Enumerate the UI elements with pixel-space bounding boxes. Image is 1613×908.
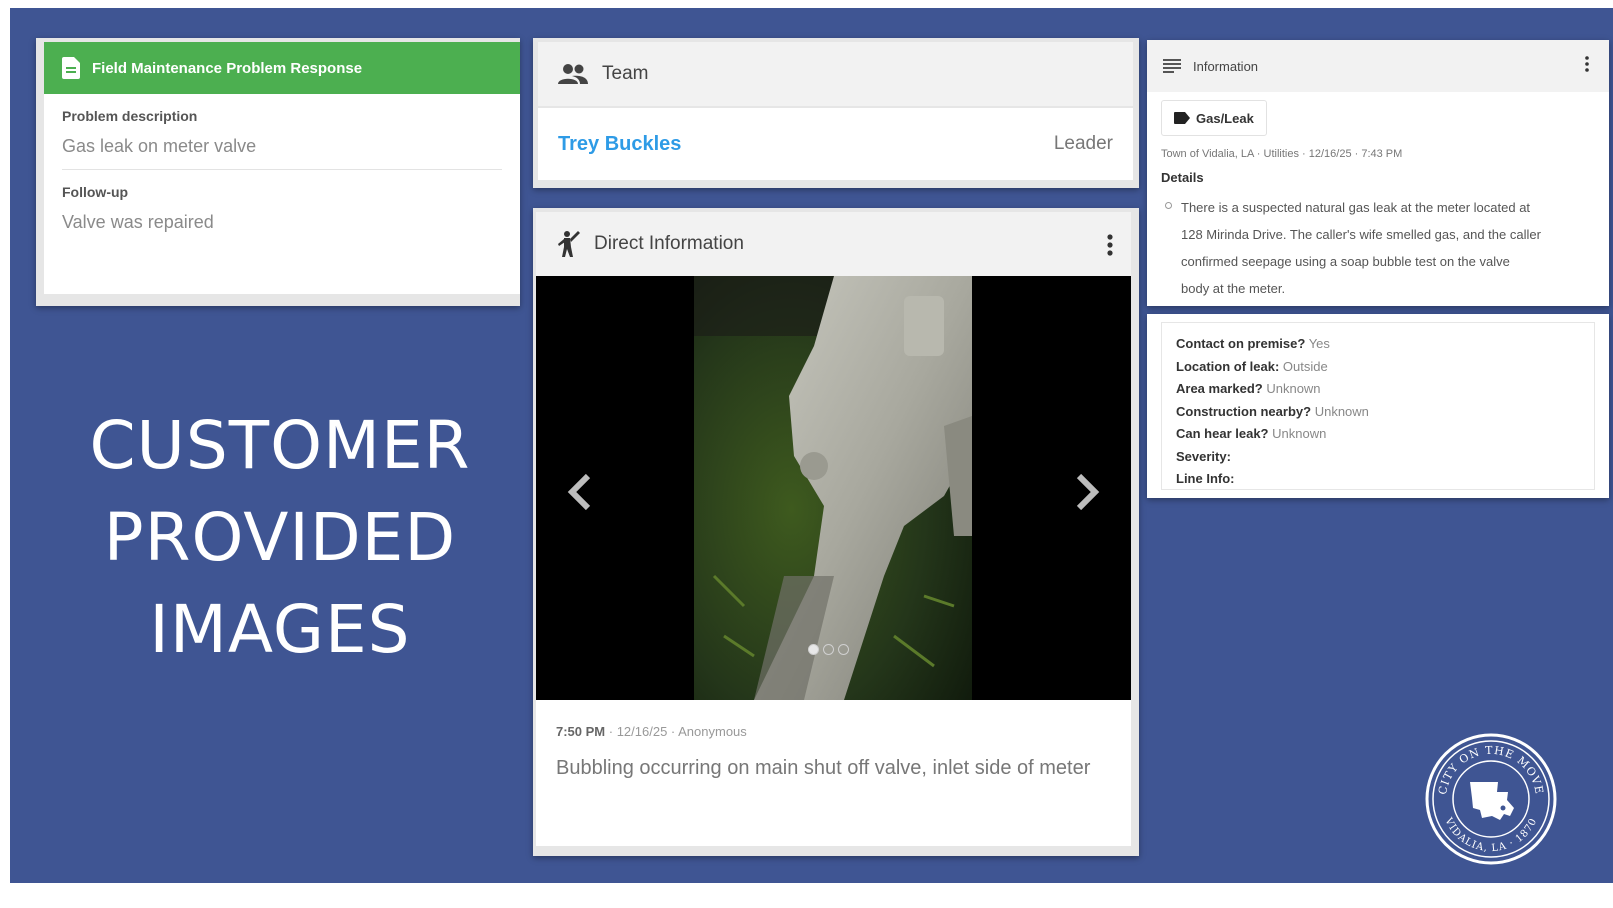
questionnaire-card: Contact on premise? Yes Location of leak:… [1147,314,1609,498]
questionnaire-row: Area marked? Unknown [1176,378,1580,401]
answer-value: Unknown [1272,426,1327,441]
carousel-dot[interactable] [808,644,819,655]
answer-value: Unknown [1314,403,1369,419]
direct-information-label: Direct Information [594,233,744,254]
questionnaire-row: Location of leak: Outside [1176,356,1580,379]
team-member-role: Leader [1053,133,1113,154]
field-maintenance-title: Field Maintenance Problem Response [92,59,363,77]
carousel-dot[interactable] [823,644,834,655]
question-label: Location of leak: [1176,358,1280,374]
more-vert-icon[interactable] [1585,56,1589,72]
chevron-right-icon[interactable] [1071,474,1101,510]
question-label: Line Info: [1176,471,1235,486]
answer-value: Yes [1308,336,1330,351]
information-source: Town of Vidalia, LA · Utilities · 12/16/… [1161,148,1403,160]
answer-value: Unknown [1266,381,1321,396]
questionnaire-row: Line Info: [1176,468,1580,491]
label-icon [1174,112,1190,124]
bullet [1165,202,1172,209]
information-card: Information Gas/Leak Town of Vidalia, LA… [1147,40,1609,306]
information-header: Information [1147,40,1609,92]
report-date-author: · 12/16/25 · Anonymous [605,724,747,739]
team-card: Team Trey Buckles Leader [533,38,1139,188]
question-label: Can hear leak? [1176,426,1269,441]
people-icon [558,63,588,85]
problem-description-value: Gas leak on meter valve [62,136,257,156]
report-meta: 7:50 PM · 12/16/25 · Anonymous [556,724,1111,739]
details-text: There is a suspected natural gas leak at… [1181,200,1541,296]
follow-up-value: Valve was repaired [62,212,214,232]
field-maintenance-header: Field Maintenance Problem Response [44,42,520,94]
slide-title: CUSTOMER PROVIDED IMAGES [70,400,490,676]
question-label: Area marked? [1176,381,1263,396]
team-member-link[interactable]: Trey Buckles [558,133,681,156]
slide-title-line-3: IMAGES [149,591,411,668]
questionnaire-row: Severity: [1176,446,1580,469]
questionnaire-list: Contact on premise? Yes Location of leak:… [1161,322,1595,490]
team-header: Team [538,42,1133,106]
questionnaire-row: Can hear leak? Unknown [1176,423,1580,446]
chevron-left-icon[interactable] [566,474,596,510]
information-header-label: Information [1193,58,1259,74]
carousel-dot[interactable] [838,644,849,655]
category-tag-label: Gas/Leak [1196,110,1254,126]
report-description: Bubbling occurring on main shut off valv… [556,757,1091,779]
question-label: Contact on premise? [1176,336,1306,351]
category-tag: Gas/Leak [1161,100,1267,136]
slide-title-line-2: PROVIDED [103,499,457,576]
document-icon [62,57,80,79]
slide-title-line-1: CUSTOMER [89,407,471,484]
more-vert-icon[interactable] [1107,234,1113,256]
answer-value: Outside [1282,358,1328,374]
direct-information-header: Direct Information [536,212,1131,276]
notes-icon [1163,59,1181,73]
question-label: Severity: [1176,448,1231,464]
team-member-row: Trey Buckles Leader [538,108,1133,180]
field-maintenance-card: Field Maintenance Problem Response Probl… [36,38,520,306]
follow-up-section: Follow-up Valve was repaired [44,170,520,233]
direct-information-body: 7:50 PM · 12/16/25 · Anonymous Bubbling … [536,700,1131,846]
problem-description-section: Problem description Gas leak on meter va… [44,94,520,170]
customer-photo[interactable] [694,276,972,700]
questionnaire-row: Contact on premise? Yes [1176,333,1580,356]
questionnaire-row: Construction nearby? Unknown [1176,401,1580,424]
report-time: 7:50 PM [556,724,606,739]
city-seal-logo: CITY ON THE MOVE VIDALIA, LA · 1870 [1424,732,1558,866]
direct-information-card: Direct Information 7:50 PM · 12/16/25 · … [533,208,1139,856]
question-label: Construction nearby? [1176,403,1312,419]
details-label: Details [1161,170,1204,185]
image-carousel [536,276,1131,700]
carousel-indicators [808,644,849,655]
person-waving-icon [556,230,580,258]
problem-description-label: Problem description [62,108,198,124]
follow-up-label: Follow-up [62,184,129,200]
team-header-label: Team [602,63,649,84]
